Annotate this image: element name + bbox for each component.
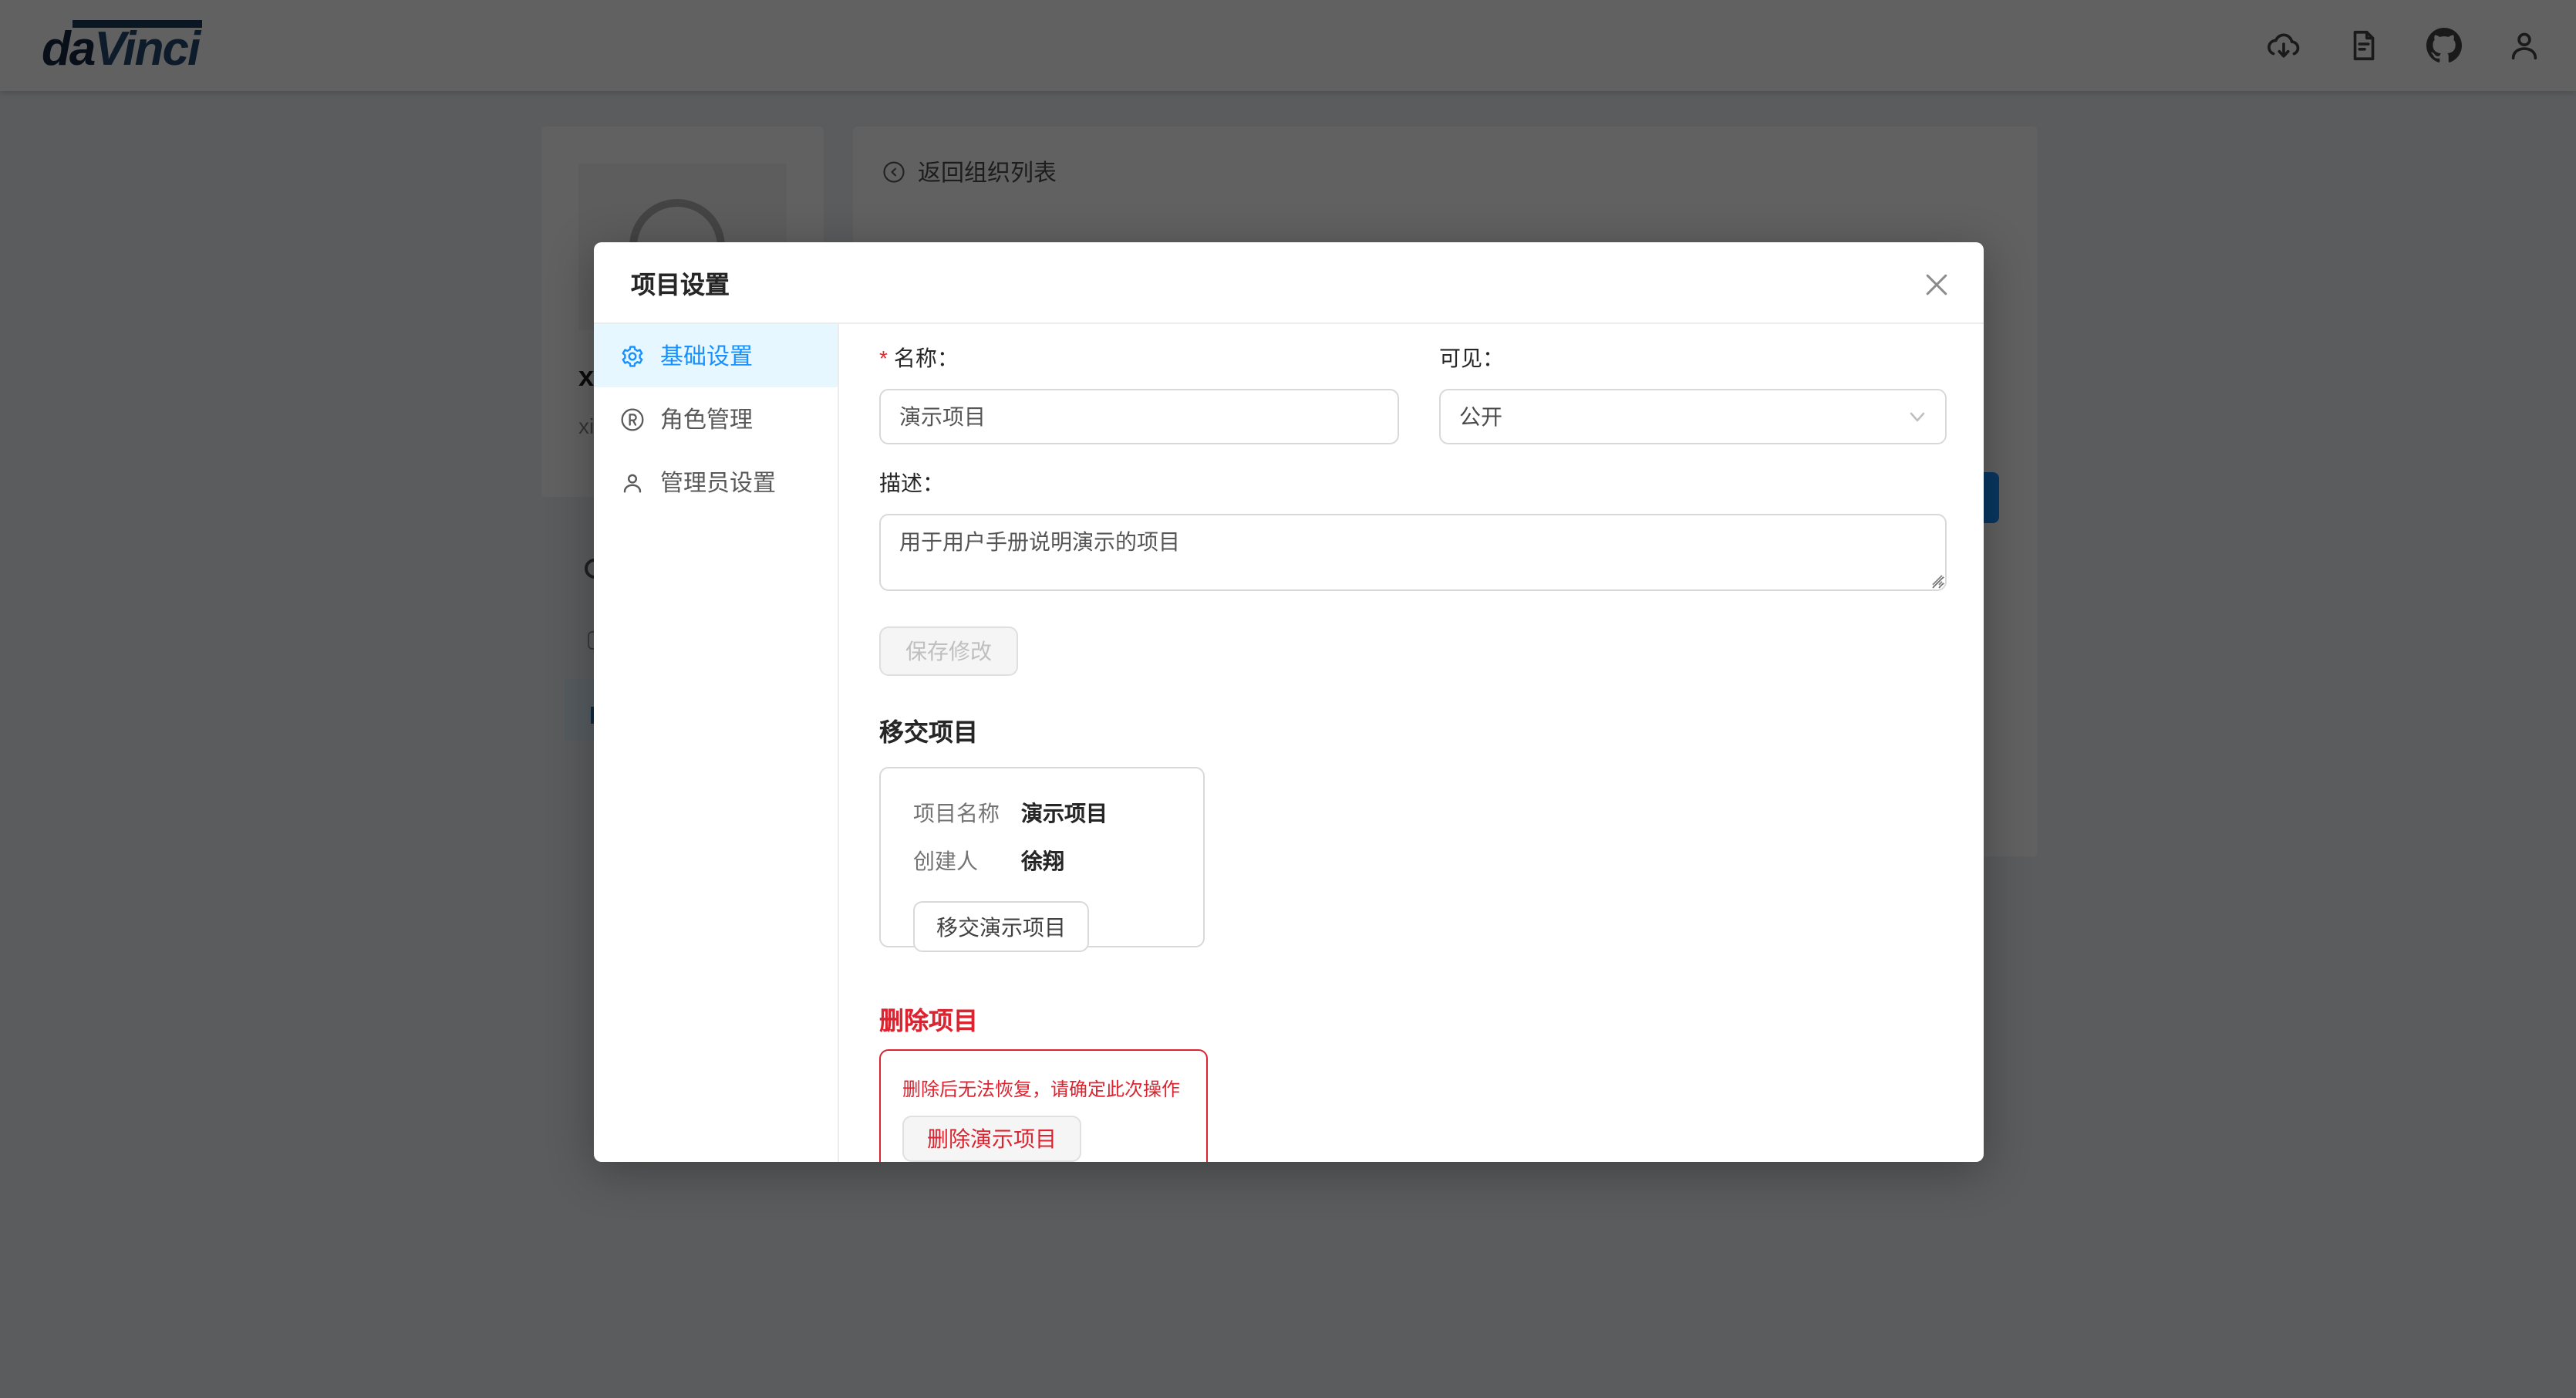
visibility-select[interactable]: 公开	[1439, 389, 1947, 444]
visibility-label: 可见：	[1439, 343, 1947, 373]
sidebar-item-admin-settings[interactable]: 管理员设置	[594, 451, 838, 514]
transfer-project-button[interactable]: 移交演示项目	[913, 901, 1089, 952]
project-name-input[interactable]	[879, 389, 1399, 444]
sidebar-item-label: 角色管理	[660, 403, 753, 435]
delete-warning-text: 删除后无法恢复，请确定此次操作	[902, 1076, 1185, 1102]
transfer-row: 项目名称 演示项目	[913, 798, 1203, 829]
transfer-heading: 移交项目	[879, 711, 1947, 745]
transfer-row-value: 演示项目	[1021, 798, 1108, 829]
sidebar-item-basic-settings[interactable]: 基础设置	[594, 324, 838, 387]
name-label: *名称：	[879, 343, 1399, 373]
transfer-row-label: 创建人	[913, 846, 1021, 876]
close-icon[interactable]	[1913, 261, 1959, 307]
required-mark: *	[879, 346, 888, 370]
modal-header: 项目设置	[594, 242, 1984, 324]
description-label: 描述：	[879, 468, 1947, 498]
settings-sidebar: 基础设置 角色管理 管理员设置	[594, 324, 839, 1162]
basic-settings-panel: *名称： 可见： 公开 描述： 用于	[839, 324, 1984, 1162]
settings-icon	[620, 343, 645, 368]
delete-heading: 删除项目	[879, 1000, 1947, 1034]
transfer-card: 项目名称 演示项目 创建人 徐翔 移交演示项目	[879, 767, 1205, 947]
project-settings-modal: 项目设置 基础设置	[594, 242, 1984, 1162]
danger-zone: 删除后无法恢复，请确定此次操作 删除演示项目	[879, 1049, 1208, 1162]
delete-project-button[interactable]: 删除演示项目	[902, 1116, 1081, 1162]
sidebar-item-role-management[interactable]: 角色管理	[594, 387, 838, 451]
page: daVinci x xi	[0, 0, 2576, 1398]
sidebar-item-label: 基础设置	[660, 339, 753, 372]
transfer-row-label: 项目名称	[913, 798, 1021, 829]
admin-user-icon	[620, 470, 645, 495]
visibility-value: 公开	[1459, 401, 1502, 432]
modal-title: 项目设置	[631, 264, 730, 301]
transfer-row-value: 徐翔	[1021, 846, 1064, 876]
transfer-row: 创建人 徐翔	[913, 846, 1203, 876]
sidebar-item-label: 管理员设置	[660, 466, 776, 498]
modal-body: 基础设置 角色管理 管理员设置	[594, 324, 1984, 1162]
registered-icon	[620, 407, 645, 431]
chevron-down-icon	[1908, 407, 1927, 426]
save-button[interactable]: 保存修改	[879, 626, 1018, 676]
description-textarea[interactable]: 用于用户手册说明演示的项目	[879, 514, 1947, 591]
